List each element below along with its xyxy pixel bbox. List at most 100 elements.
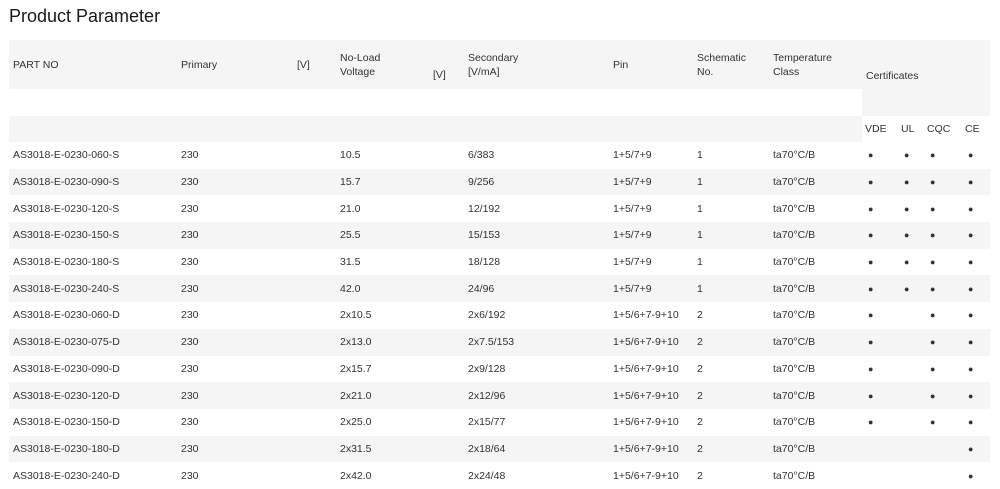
cell-schematic: 2: [693, 382, 769, 409]
cell-temperature: ta70°C/B: [769, 248, 862, 276]
table-row: AS3018-E-0230-180-D 230 2x31.5 2x18/64 1…: [9, 435, 991, 463]
cell-ce: ●: [962, 222, 991, 249]
header-cert-vde: VDE: [862, 116, 898, 142]
cell-no-load: 10.5: [336, 142, 429, 169]
cell-schematic: 1: [693, 195, 769, 223]
header-pin: Pin: [609, 40, 693, 89]
cell-temperature: ta70°C/B: [769, 408, 862, 436]
cell-temperature: ta70°C/B: [769, 355, 862, 383]
header-secondary-line1: Secondary: [468, 51, 519, 64]
cell-no-load: 31.5: [336, 248, 429, 276]
cell-no-load: 21.0: [336, 195, 429, 223]
cell-pin: 1+5/7+9: [609, 168, 693, 196]
cell-temperature: ta70°C/B: [769, 195, 862, 223]
cell-schematic: 2: [693, 355, 769, 383]
table-row: AS3018-E-0230-240-S 230 42.0 24/96 1+5/7…: [9, 275, 991, 303]
header-cert-row: VDE UL CQC CE: [9, 116, 991, 142]
cell-ul: [898, 355, 924, 383]
cell-pin: 1+5/6+7-9+10: [609, 382, 693, 409]
cell-pin: 1+5/6+7-9+10: [609, 408, 693, 436]
table-row: AS3018-E-0230-090-D 230 2x15.7 2x9/128 1…: [9, 355, 991, 383]
table-row: AS3018-E-0230-150-S 230 25.5 15/153 1+5/…: [9, 222, 991, 249]
cell-cqc: ●: [924, 302, 962, 329]
cell-secondary: 2x9/128: [464, 355, 609, 383]
cell-part-no: AS3018-E-0230-180-D: [9, 435, 177, 463]
cell-primary-unit: [293, 355, 336, 383]
cell-no-load-unit: [429, 382, 464, 409]
header-schematic-line1: Schematic: [697, 51, 747, 64]
cell-primary: 230: [177, 195, 293, 223]
cell-cqc: ●: [924, 248, 962, 276]
cell-cqc: ●: [924, 382, 962, 409]
cell-primary-unit: [293, 222, 336, 249]
cell-part-no: AS3018-E-0230-240-D: [9, 462, 177, 489]
cell-schematic: 2: [693, 302, 769, 329]
cell-no-load: 2x25.0: [336, 408, 429, 436]
cell-ul: ●: [898, 222, 924, 249]
header-temperature-line2: Class: [773, 65, 800, 78]
cell-primary-unit: [293, 142, 336, 169]
cell-ul: [898, 382, 924, 409]
table-row: AS3018-E-0230-060-D 230 2x10.5 2x6/192 1…: [9, 302, 991, 329]
product-parameter-table: PART NO Primary [V] No-Load Voltage [V] …: [9, 40, 991, 489]
cell-cqc: ●: [924, 355, 962, 383]
header-primary-unit: [V]: [293, 40, 336, 89]
header-row: PART NO Primary [V] No-Load Voltage [V] …: [9, 40, 991, 89]
cell-no-load: 15.7: [336, 168, 429, 196]
cell-ul: ●: [898, 142, 924, 169]
cell-schematic: 1: [693, 142, 769, 169]
cell-primary-unit: [293, 382, 336, 409]
cell-schematic: 2: [693, 462, 769, 489]
cell-no-load: 2x13.0: [336, 328, 429, 356]
cell-primary-unit: [293, 328, 336, 356]
cell-cqc: ●: [924, 408, 962, 436]
header-no-load-line1: No-Load: [340, 51, 381, 64]
cell-part-no: AS3018-E-0230-120-S: [9, 195, 177, 223]
cell-pin: 1+5/6+7-9+10: [609, 462, 693, 489]
cell-no-load-unit: [429, 248, 464, 276]
cell-ce: ●: [962, 355, 991, 383]
cell-ce: ●: [962, 142, 991, 169]
cell-primary-unit: [293, 408, 336, 436]
header-primary: Primary: [177, 40, 293, 89]
cell-ce: ●: [962, 248, 991, 276]
cell-ce: ●: [962, 302, 991, 329]
cell-no-load-unit: [429, 168, 464, 196]
cell-part-no: AS3018-E-0230-060-D: [9, 302, 177, 329]
cell-pin: 1+5/6+7-9+10: [609, 302, 693, 329]
cell-secondary: 2x18/64: [464, 435, 609, 463]
cell-no-load: 2x31.5: [336, 435, 429, 463]
cell-part-no: AS3018-E-0230-150-S: [9, 222, 177, 249]
cell-secondary: 2x6/192: [464, 302, 609, 329]
cell-no-load: 2x15.7: [336, 355, 429, 383]
table-row: AS3018-E-0230-060-S 230 10.5 6/383 1+5/7…: [9, 142, 991, 169]
table-row: AS3018-E-0230-180-S 230 31.5 18/128 1+5/…: [9, 248, 991, 276]
cell-ul: [898, 462, 924, 489]
header-temperature-class: Temperature Class: [769, 40, 862, 89]
cell-cqc: [924, 435, 962, 463]
cell-primary-unit: [293, 302, 336, 329]
cell-part-no: AS3018-E-0230-060-S: [9, 142, 177, 169]
header-no-load-unit: [V]: [429, 40, 464, 89]
cell-no-load: 2x21.0: [336, 382, 429, 409]
header-certificates: Certificates: [862, 40, 991, 89]
cell-no-load: 42.0: [336, 275, 429, 303]
cell-temperature: ta70°C/B: [769, 302, 862, 329]
cell-primary: 230: [177, 275, 293, 303]
table-row: AS3018-E-0230-240-D 230 2x42.0 2x24/48 1…: [9, 462, 991, 489]
cell-vde: ●: [862, 382, 898, 409]
cell-secondary: 15/153: [464, 222, 609, 249]
cell-pin: 1+5/7+9: [609, 248, 693, 276]
cell-secondary: 2x12/96: [464, 382, 609, 409]
cell-no-load-unit: [429, 302, 464, 329]
cell-secondary: 2x24/48: [464, 462, 609, 489]
cell-vde: ●: [862, 248, 898, 276]
cell-primary: 230: [177, 222, 293, 249]
cell-primary: 230: [177, 142, 293, 169]
cell-primary: 230: [177, 168, 293, 196]
cell-no-load-unit: [429, 195, 464, 223]
cell-part-no: AS3018-E-0230-150-D: [9, 408, 177, 436]
cell-part-no: AS3018-E-0230-120-D: [9, 382, 177, 409]
table-row: AS3018-E-0230-120-S 230 21.0 12/192 1+5/…: [9, 195, 991, 223]
cell-temperature: ta70°C/B: [769, 222, 862, 249]
